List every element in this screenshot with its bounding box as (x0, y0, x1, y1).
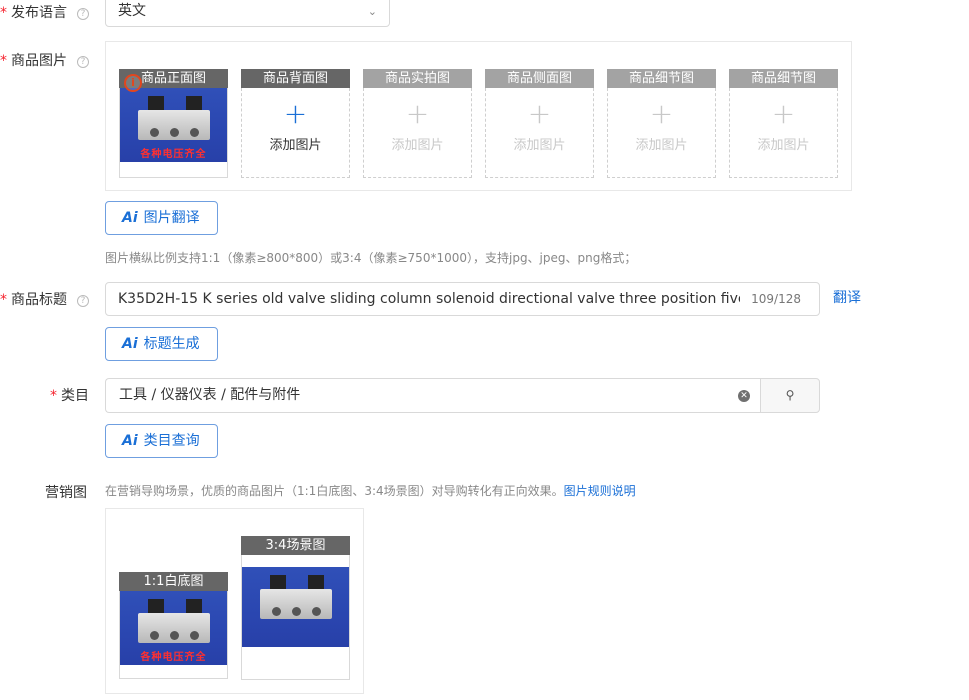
add-image-area[interactable]: + 添加图片 (241, 88, 350, 178)
slot-title: 商品细节图 (607, 69, 716, 88)
help-icon[interactable]: ? (77, 56, 89, 68)
add-image-area[interactable]: + 添加图片 (729, 88, 838, 178)
product-images-panel: 商品正面图 各种电压齐全 i 商品背面图 + 添加图片 商品实拍图 + 添加图片… (105, 41, 852, 191)
image-slot-detail-2[interactable]: 商品细节图 + 添加图片 (729, 69, 838, 179)
title-value: K35D2H-15 K series old valve sliding col… (118, 291, 740, 307)
add-image-area[interactable]: + 添加图片 (607, 88, 716, 178)
image-slot-detail-1[interactable]: 商品细节图 + 添加图片 (607, 69, 716, 179)
plus-icon: + (405, 97, 430, 130)
marketing-panel: 1:1白底图 各种电压齐全 3:4场景图 (105, 508, 364, 694)
add-image-text: 添加图片 (391, 138, 444, 153)
plus-icon: + (649, 97, 674, 130)
slot-title: 商品背面图 (241, 69, 350, 88)
image-slot-front[interactable]: 商品正面图 各种电压齐全 i (119, 69, 228, 179)
image-translate-button[interactable]: Ai 图片翻译 (105, 201, 218, 235)
ai-icon: Ai (122, 433, 138, 449)
title-char-count: 109/128 (751, 292, 801, 306)
slot-image[interactable]: 各种电压齐全 i (119, 74, 228, 178)
slot-title: 商品实拍图 (363, 69, 472, 88)
chevron-down-icon: ⌄ (367, 5, 377, 18)
language-select[interactable]: 英文 ⌄ (105, 0, 390, 27)
category-value: 工具 / 仪器仪表 / 配件与附件 (119, 387, 301, 403)
add-image-text: 添加图片 (513, 138, 566, 153)
slot-image[interactable] (241, 555, 350, 680)
info-icon[interactable]: i (124, 74, 142, 92)
photo-caption: 各种电压齐全 (140, 652, 207, 663)
image-slot-side[interactable]: 商品侧面图 + 添加图片 (485, 69, 594, 179)
category-search-button[interactable]: ⚲ (760, 378, 820, 413)
title-input[interactable]: K35D2H-15 K series old valve sliding col… (105, 282, 820, 316)
add-image-text: 添加图片 (757, 138, 810, 153)
slot-title: 3:4场景图 (241, 536, 350, 555)
add-image-text: 添加图片 (269, 138, 322, 153)
image-rules-link[interactable]: 图片规则说明 (564, 484, 636, 498)
ai-icon: Ai (122, 210, 138, 226)
product-photo: 各种电压齐全 (120, 591, 227, 665)
add-image-text: 添加图片 (635, 138, 688, 153)
image-slot-back[interactable]: 商品背面图 + 添加图片 (241, 69, 350, 179)
title-label: * 商品标题? (0, 289, 89, 309)
slot-title: 商品侧面图 (485, 69, 594, 88)
photo-caption: 各种电压齐全 (140, 149, 207, 160)
product-photo (242, 567, 349, 647)
plus-icon: + (527, 97, 552, 130)
plus-icon: + (283, 97, 308, 130)
translate-link[interactable]: 翻译 (833, 287, 861, 307)
add-image-area[interactable]: + 添加图片 (485, 88, 594, 178)
search-icon: ⚲ (785, 388, 795, 402)
image-hint: 图片横纵比例支持1:1（像素≥800*800）或3:4（像素≥750*1000）… (105, 251, 637, 265)
slot-title: 1:1白底图 (119, 572, 228, 591)
language-value: 英文 (118, 3, 146, 19)
product-images-label: * 商品图片? (0, 50, 89, 70)
category-input[interactable]: 工具 / 仪器仪表 / 配件与附件 ✕ (105, 378, 761, 413)
category-query-button[interactable]: Ai 类目查询 (105, 424, 218, 458)
language-label: * 发布语言? (0, 2, 89, 22)
title-generate-button[interactable]: Ai 标题生成 (105, 327, 218, 361)
add-image-area[interactable]: + 添加图片 (363, 88, 472, 178)
category-label: * 类目 (50, 388, 89, 404)
image-slot-real[interactable]: 商品实拍图 + 添加图片 (363, 69, 472, 179)
product-photo: 各种电压齐全 (120, 88, 227, 162)
slot-title: 商品细节图 (729, 69, 838, 88)
clear-icon[interactable]: ✕ (738, 390, 750, 402)
plus-icon: + (771, 97, 796, 130)
marketing-hint: 在营销导购场景，优质的商品图片（1:1白底图、3:4场景图）对导购转化有正向效果… (105, 484, 636, 498)
marketing-slot-white[interactable]: 1:1白底图 各种电压齐全 (119, 572, 228, 679)
slot-image[interactable]: 各种电压齐全 (119, 591, 228, 679)
ai-icon: Ai (122, 336, 138, 352)
marketing-slot-scene[interactable]: 3:4场景图 (241, 536, 350, 680)
help-icon[interactable]: ? (77, 8, 89, 20)
help-icon[interactable]: ? (77, 295, 89, 307)
marketing-label: 营销图 (45, 485, 87, 501)
